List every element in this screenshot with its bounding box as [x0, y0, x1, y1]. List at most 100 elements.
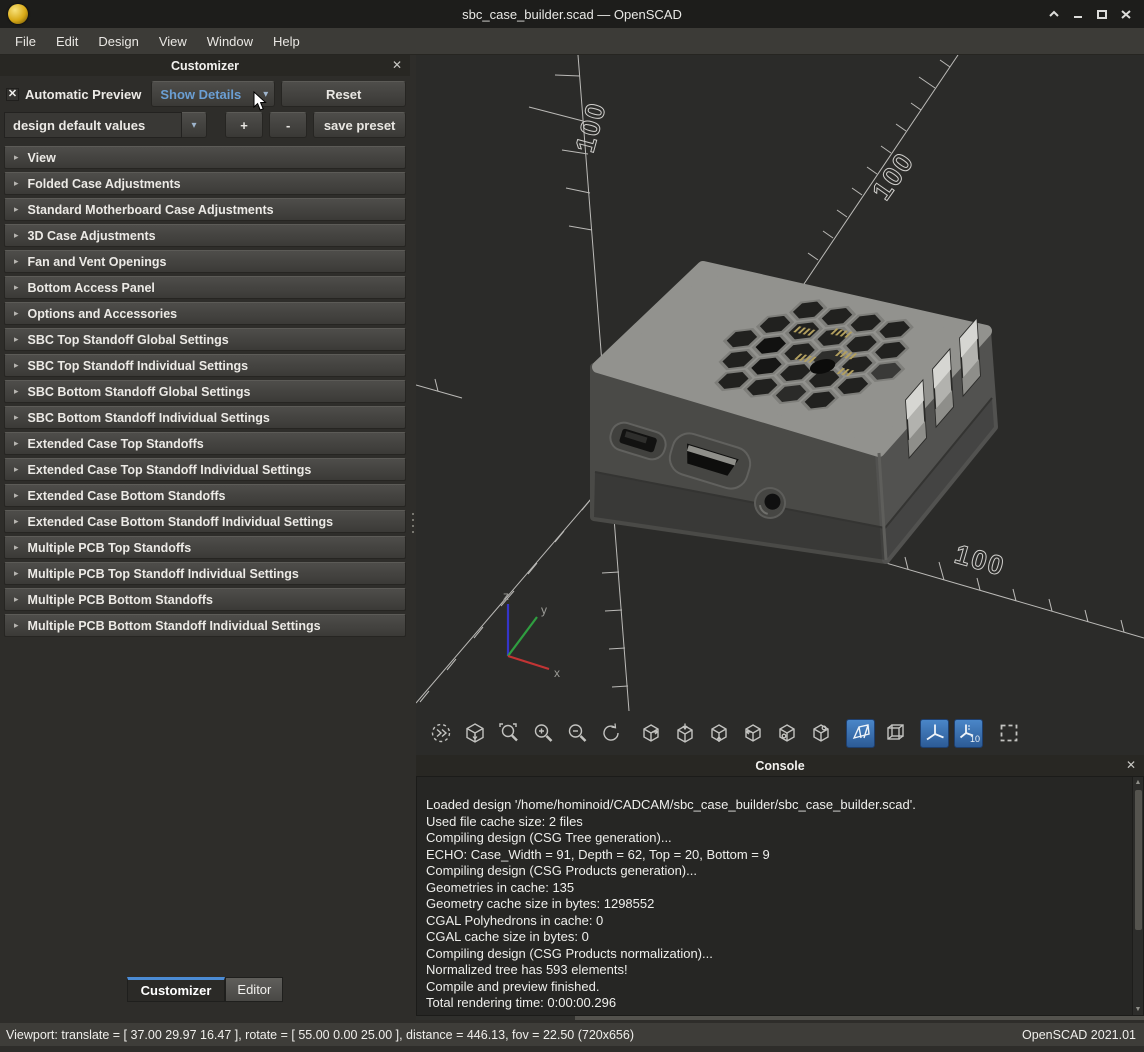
tab-customizer[interactable]: Customizer — [127, 977, 226, 1002]
scrollbar-thumb[interactable] — [1135, 790, 1142, 930]
view-orthogonal-button[interactable] — [880, 719, 909, 748]
view-all-button[interactable] — [460, 719, 489, 748]
menu-help[interactable]: Help — [264, 30, 309, 53]
zoom-out-button[interactable] — [562, 719, 591, 748]
chevron-right-icon: ▸ — [14, 620, 19, 631]
minimize-icon[interactable] — [1070, 6, 1086, 22]
console-line: Compiling design (CSG Tree generation)..… — [426, 830, 1125, 847]
section-ext-top-individual[interactable]: ▸Extended Case Top Standoff Individual S… — [4, 458, 406, 481]
section-multi-pcb-top-individual[interactable]: ▸Multiple PCB Top Standoff Individual Se… — [4, 562, 406, 585]
menu-design[interactable]: Design — [89, 30, 147, 53]
view-scale-markers-button[interactable]: 10 — [954, 719, 983, 748]
chevron-right-icon: ▸ — [14, 152, 19, 163]
svg-text:y: y — [541, 603, 547, 617]
section-standard-motherboard[interactable]: ▸Standard Motherboard Case Adjustments — [4, 198, 406, 221]
console-line: Loaded design '/home/hominoid/CADCAM/sbc… — [426, 797, 1125, 814]
view-front-button[interactable] — [772, 719, 801, 748]
console-line: Total rendering time: 0:00:00.296 — [426, 995, 1125, 1012]
statusbar: Viewport: translate = [ 37.00 29.97 16.4… — [0, 1020, 1144, 1052]
chevron-right-icon: ▸ — [14, 542, 19, 553]
menu-view[interactable]: View — [150, 30, 196, 53]
section-multi-pcb-bottom[interactable]: ▸Multiple PCB Bottom Standoffs — [4, 588, 406, 611]
console-line: Used file cache size: 2 files — [426, 814, 1125, 831]
section-sbc-bottom-global[interactable]: ▸SBC Bottom Standoff Global Settings — [4, 380, 406, 403]
details-dropdown[interactable]: Show Details ▾ — [151, 81, 275, 107]
maximize-icon[interactable] — [1094, 6, 1110, 22]
version-text: OpenSCAD 2021.01 — [1022, 1028, 1144, 1042]
section-sbc-bottom-individual[interactable]: ▸SBC Bottom Standoff Individual Settings — [4, 406, 406, 429]
view-right-button[interactable] — [636, 719, 665, 748]
console-close-icon[interactable]: ✕ — [1126, 757, 1136, 773]
add-preset-button[interactable]: + — [225, 112, 263, 138]
preset-combobox[interactable]: design default values ▾ — [4, 112, 207, 138]
chevron-right-icon: ▸ — [14, 594, 19, 605]
close-window-icon[interactable] — [1118, 6, 1134, 22]
section-bottom-access[interactable]: ▸Bottom Access Panel — [4, 276, 406, 299]
reset-button[interactable]: Reset — [281, 81, 406, 107]
chevron-right-icon: ▸ — [14, 256, 19, 267]
chevron-right-icon: ▸ — [14, 568, 19, 579]
svg-text:z: z — [503, 589, 509, 603]
zoom-all-button[interactable] — [426, 719, 455, 748]
chevron-right-icon: ▸ — [14, 204, 19, 215]
tab-editor[interactable]: Editor — [225, 977, 283, 1002]
zoom-in-button[interactable] — [528, 719, 557, 748]
console-line: CGAL cache size in bytes: 0 — [426, 929, 1125, 946]
section-sbc-top-individual[interactable]: ▸SBC Top Standoff Individual Settings — [4, 354, 406, 377]
view-left-button[interactable] — [738, 719, 767, 748]
section-sbc-top-global[interactable]: ▸SBC Top Standoff Global Settings — [4, 328, 406, 351]
console-scrollbar[interactable]: ▲ ▼ — [1132, 777, 1143, 1015]
view-axes-button[interactable] — [920, 719, 949, 748]
section-options-accessories[interactable]: ▸Options and Accessories — [4, 302, 406, 325]
menu-window[interactable]: Window — [198, 30, 262, 53]
section-multi-pcb-top[interactable]: ▸Multiple PCB Top Standoffs — [4, 536, 406, 559]
chevron-right-icon: ▸ — [14, 386, 19, 397]
menu-edit[interactable]: Edit — [47, 30, 87, 53]
console-hscrollbar[interactable] — [416, 1016, 1144, 1020]
menu-file[interactable]: File — [6, 30, 45, 53]
automatic-preview-checkbox[interactable]: ✕ — [6, 88, 19, 101]
shade-window-icon[interactable] — [1046, 6, 1062, 22]
chevron-right-icon: ▸ — [14, 464, 19, 475]
section-folded-case[interactable]: ▸Folded Case Adjustments — [4, 172, 406, 195]
viewport-3d[interactable]: 100 100 100 — [416, 55, 1144, 755]
openscad-window: sbc_case_builder.scad — OpenSCAD File Ed… — [0, 0, 1144, 1052]
view-perspective-button[interactable] — [846, 719, 875, 748]
section-ext-top-standoffs[interactable]: ▸Extended Case Top Standoffs — [4, 432, 406, 455]
scroll-up-icon[interactable]: ▲ — [1133, 777, 1143, 788]
section-fan-vent[interactable]: ▸Fan and Vent Openings — [4, 250, 406, 273]
console-line: CGAL Polyhedrons in cache: 0 — [426, 913, 1125, 930]
customizer-close-icon[interactable]: ✕ — [392, 57, 402, 73]
console-line: Compile and preview finished. — [426, 979, 1125, 996]
reset-view-button[interactable] — [596, 719, 625, 748]
view-top-button[interactable] — [670, 719, 699, 748]
view-crosshairs-button[interactable] — [994, 719, 1023, 748]
view-bottom-button[interactable] — [704, 719, 733, 748]
viewport-toolbar: 10 — [416, 711, 1144, 755]
section-ext-bottom-individual[interactable]: ▸Extended Case Bottom Standoff Individua… — [4, 510, 406, 533]
svg-text:x: x — [554, 666, 560, 680]
chevron-down-icon: ▾ — [263, 89, 268, 100]
scroll-down-icon[interactable]: ▼ — [1133, 1004, 1143, 1015]
chevron-right-icon: ▸ — [14, 360, 19, 371]
chevron-right-icon: ▸ — [14, 516, 19, 527]
chevron-right-icon: ▸ — [14, 308, 19, 319]
console-line: Compiling design (CSG Products normaliza… — [426, 946, 1125, 963]
console-line: Compiling design (CSG Products generatio… — [426, 863, 1125, 880]
viewport-status-text: Viewport: translate = [ 37.00 29.97 16.4… — [0, 1028, 634, 1042]
section-3d-case[interactable]: ▸3D Case Adjustments — [4, 224, 406, 247]
save-preset-button[interactable]: save preset — [313, 112, 406, 138]
section-view[interactable]: ▸View — [4, 146, 406, 169]
chevron-right-icon: ▸ — [14, 412, 19, 423]
console-panel: Console ✕ Loaded design '/home/hominoid/… — [416, 755, 1144, 1020]
console-line: Geometries in cache: 135 — [426, 880, 1125, 897]
zoom-fit-button[interactable] — [494, 719, 523, 748]
remove-preset-button[interactable]: - — [269, 112, 307, 138]
view-back-button[interactable] — [806, 719, 835, 748]
section-ext-bottom-standoffs[interactable]: ▸Extended Case Bottom Standoffs — [4, 484, 406, 507]
automatic-preview-label: Automatic Preview — [25, 87, 141, 102]
console-output: Loaded design '/home/hominoid/CADCAM/sbc… — [416, 776, 1144, 1016]
chevron-right-icon: ▸ — [14, 490, 19, 501]
section-multi-pcb-bottom-individual[interactable]: ▸Multiple PCB Bottom Standoff Individual… — [4, 614, 406, 637]
chevron-down-icon: ▾ — [191, 120, 196, 131]
